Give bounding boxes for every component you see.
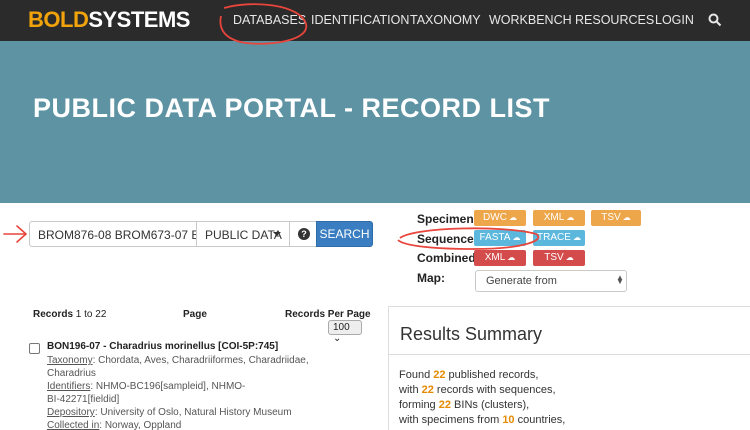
specimens-dwc-button[interactable]: DWC ☁ — [474, 210, 526, 226]
records-range-value: 1 to 22 — [75, 309, 107, 320]
nav-databases[interactable]: DATABASES — [233, 13, 306, 27]
records-range: Records 1 to 22 — [33, 309, 106, 320]
summary-bins: forming 22 BINs (clusters), — [399, 399, 529, 411]
summary-count: 22 — [433, 369, 446, 381]
btn-label: XML — [484, 252, 506, 263]
depository-value: : University of Oslo, Natural History Mu… — [94, 407, 292, 418]
updown-caret-icon: ▲ ▼ — [616, 273, 624, 286]
question-icon: ? — [298, 228, 310, 240]
map-generate-select[interactable]: Generate from — [475, 270, 627, 292]
results-summary-panel: Results Summary Found 22 published recor… — [388, 306, 750, 430]
page-indicator: Page — [183, 309, 207, 320]
search-input[interactable]: BROM876-08 BROM673-07 BRO — [29, 221, 197, 247]
cloud-download-icon: ☁ — [622, 213, 631, 222]
summary-text: Found — [399, 369, 434, 381]
results-summary-title: Results Summary — [400, 324, 543, 344]
summary-text: countries, — [514, 414, 566, 426]
specimens-tsv-button[interactable]: TSV ☁ — [591, 210, 641, 226]
taxonomy-label: Taxonomy — [47, 355, 93, 366]
logo-bold-text: BOLD — [28, 7, 89, 32]
btn-label: FASTA — [479, 232, 511, 243]
summary-text: published records, — [445, 369, 539, 381]
summary-sequences: with 22 records with sequences, — [399, 384, 556, 396]
specimens-xml-button[interactable]: XML ☁ — [533, 210, 585, 226]
record-depository: Depository: University of Oslo, Natural … — [47, 407, 292, 418]
summary-count: 22 — [438, 399, 451, 411]
page-label: Page — [183, 309, 207, 320]
summary-text: BINs (clusters), — [451, 399, 530, 411]
per-page-select[interactable]: 100 ⌄ — [328, 320, 362, 344]
cloud-download-icon: ☁ — [572, 233, 581, 242]
per-page-label: Records Per Page — [285, 309, 371, 320]
collected-value: : Norway, Oppland — [99, 420, 182, 430]
map-label: Map: — [417, 271, 445, 285]
search-button[interactable]: SEARCH — [316, 221, 373, 247]
summary-countries: with specimens from 10 countries, — [399, 414, 565, 426]
cloud-download-icon: ☁ — [507, 253, 516, 262]
help-button[interactable]: ? — [289, 221, 317, 247]
logo-systems-text: SYSTEMS — [88, 7, 190, 32]
page-title: PUBLIC DATA PORTAL - RECORD LIST — [33, 93, 550, 123]
collected-label: Collected in — [47, 420, 100, 430]
btn-label: TSV — [601, 212, 621, 223]
identifiers-label: Identifiers — [47, 381, 91, 392]
summary-text: forming — [399, 399, 439, 411]
summary-count: 10 — [502, 414, 515, 426]
nav-login[interactable]: LOGIN — [655, 13, 694, 27]
chevron-down-icon — [273, 232, 281, 236]
per-page-text: Records Per Page — [285, 309, 371, 320]
combined-tsv-button[interactable]: TSV ☁ — [533, 250, 585, 266]
record-identifiers: Identifiers: NHMO-BC196[sampleid], NHMO- — [47, 381, 245, 392]
btn-label: XML — [543, 212, 565, 223]
record-collected: Collected in: Norway, Oppland — [47, 420, 181, 430]
record-identifiers-cont: BI-42271[fieldid] — [47, 394, 120, 405]
btn-label: TSV — [544, 252, 564, 263]
sequences-trace-button[interactable]: TRACE ☁ — [533, 230, 585, 246]
btn-label: DWC — [483, 212, 507, 223]
taxonomy-value: : Chordata, Aves, Charadriiformes, Chara… — [92, 355, 309, 366]
record-title[interactable]: BON196-07 - Charadrius morinellus [COI-5… — [47, 341, 278, 352]
search-icon[interactable] — [708, 13, 722, 27]
summary-text: with specimens from — [399, 414, 503, 426]
record-taxonomy-cont: Charadrius — [47, 368, 96, 379]
summary-text: with — [399, 384, 422, 396]
depository-label: Depository — [47, 407, 95, 418]
summary-count: 22 — [421, 384, 434, 396]
summary-text: records with sequences, — [433, 384, 556, 396]
nav-resources[interactable]: RESOURCES — [575, 13, 654, 27]
top-navbar: BOLDSYSTEMS DATABASES IDENTIFICATION TAX… — [0, 0, 750, 41]
cloud-download-icon: ☁ — [565, 253, 574, 262]
combined-label: Combined: — [417, 251, 480, 265]
combined-xml-button[interactable]: XML ☁ — [474, 250, 526, 266]
record-taxonomy: Taxonomy: Chordata, Aves, Charadriiforme… — [47, 355, 309, 366]
cloud-download-icon: ☁ — [512, 233, 521, 242]
nav-identification[interactable]: IDENTIFICATION — [311, 13, 409, 27]
bold-systems-logo[interactable]: BOLDSYSTEMS — [28, 7, 190, 33]
divider — [389, 354, 750, 355]
cloud-download-icon: ☁ — [508, 213, 517, 222]
cloud-download-icon: ☁ — [566, 213, 575, 222]
identifiers-value: : NHMO-BC196[sampleid], NHMO- — [90, 381, 246, 392]
records-label: Records — [33, 309, 74, 320]
annotation-arrow-icon — [3, 225, 28, 243]
summary-records: Found 22 published records, — [399, 369, 538, 381]
nav-workbench[interactable]: WORKBENCH — [489, 13, 572, 27]
record-checkbox[interactable] — [29, 343, 40, 354]
btn-label: TRACE — [537, 232, 571, 243]
sequences-fasta-button[interactable]: FASTA ☁ — [474, 230, 526, 246]
nav-taxonomy[interactable]: TAXONOMY — [410, 13, 481, 27]
page-banner: PUBLIC DATA PORTAL - RECORD LIST — [0, 41, 750, 203]
